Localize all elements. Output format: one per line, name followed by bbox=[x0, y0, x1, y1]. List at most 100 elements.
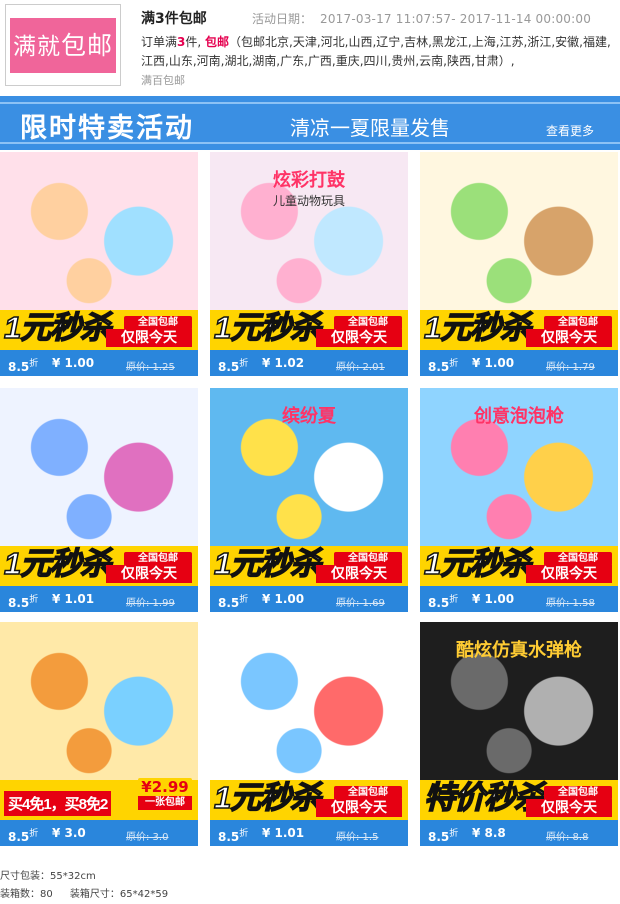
product-headline: 创意泡泡枪 bbox=[474, 406, 564, 427]
package-size: 尺寸包装：55*32cm bbox=[0, 871, 96, 882]
discount: 8.5折 bbox=[428, 359, 459, 374]
sticker-limit: 仅限今天 bbox=[526, 565, 612, 583]
sale-price: ¥ 1.00 bbox=[52, 356, 95, 370]
product-image[interactable]: 1元秒杀 全国包邮 仅限今天 bbox=[210, 622, 408, 820]
sticker-tag: 全国包邮 bbox=[124, 552, 192, 566]
discount: 8.5折 bbox=[8, 595, 39, 610]
price-bar: 8.5折 ¥ 1.02 原价: 2.01 bbox=[210, 350, 408, 376]
sticker-main-text: 1元秒杀 bbox=[213, 309, 322, 346]
badge-text-small: 满就 bbox=[12, 34, 61, 60]
discount: 8.5折 bbox=[428, 595, 459, 610]
product-image[interactable]: 炫彩打鼓 儿童动物玩具 1元秒杀 全国包邮 仅限今天 bbox=[210, 152, 408, 350]
promo-sticker: 特价秒杀 全国包邮 仅限今天 bbox=[420, 772, 618, 820]
sticker-limit: 一张包邮 bbox=[138, 796, 192, 810]
sticker-main-text: 1元秒杀 bbox=[3, 309, 112, 346]
product-card[interactable]: 酷炫仿真水弹枪 特价秒杀 全国包邮 仅限今天 8.5折 ¥ 8.8 原价: 8.… bbox=[420, 622, 618, 846]
product-subheadline: 儿童动物玩具 bbox=[272, 194, 345, 208]
sticker-limit: 仅限今天 bbox=[316, 329, 402, 347]
desc-free: 包邮 bbox=[205, 35, 230, 49]
promo-sticker: 1元秒杀 全国包邮 仅限今天 bbox=[420, 538, 618, 586]
sale-price: ¥ 1.00 bbox=[262, 592, 305, 606]
date-range: 2017-03-17 11:07:57- 2017-11-14 00:00:00 bbox=[320, 12, 592, 26]
product-card[interactable]: 买4免1，买8免2 ¥2.99 一张包邮 8.5折 ¥ 3.0 原价: 3.0 bbox=[0, 622, 198, 846]
badge-text-big: 包邮 bbox=[60, 31, 113, 60]
price-bar: 8.5折 ¥ 1.00 原价: 1.79 bbox=[420, 350, 618, 376]
box-count: 装箱数：80 bbox=[0, 889, 53, 900]
date-label: 活动日期： bbox=[252, 12, 313, 26]
sticker-main-text: 1元秒杀 bbox=[3, 545, 112, 582]
sale-price: ¥ 8.8 bbox=[472, 826, 506, 840]
sale-price: ¥ 3.0 bbox=[52, 826, 86, 840]
sticker-limit: 仅限今天 bbox=[106, 565, 192, 583]
sale-price: ¥ 1.01 bbox=[262, 826, 305, 840]
price-bar: 8.5折 ¥ 1.00 原价: 1.25 bbox=[0, 350, 198, 376]
price-bar: 8.5折 ¥ 8.8 原价: 8.8 bbox=[420, 820, 618, 846]
view-more-link[interactable]: 查看更多 bbox=[546, 122, 594, 139]
promo-sticker: 1元秒杀 全国包邮 仅限今天 bbox=[0, 538, 198, 586]
sale-price: ¥ 1.00 bbox=[472, 356, 515, 370]
desc-mid: 件, bbox=[185, 35, 206, 49]
original-price: 原价: 1.69 bbox=[336, 598, 385, 609]
sticker-tag: ¥2.99 bbox=[138, 778, 192, 796]
sticker-tag: 全国包邮 bbox=[334, 786, 402, 800]
product-image[interactable]: 酷炫仿真水弹枪 特价秒杀 全国包邮 仅限今天 bbox=[420, 622, 618, 820]
product-card[interactable]: 1元秒杀 全国包邮 仅限今天 8.5折 ¥ 1.00 原价: 1.25 bbox=[0, 152, 198, 376]
promo-sticker: 1元秒杀 全国包邮 仅限今天 bbox=[0, 302, 198, 350]
desc-prefix: 订单满 bbox=[141, 35, 178, 49]
discount: 8.5折 bbox=[8, 359, 39, 374]
promo-date: 活动日期： 2017-03-17 11:07:57- 2017-11-14 00:… bbox=[252, 10, 591, 27]
discount: 8.5折 bbox=[218, 359, 249, 374]
price-bar: 8.5折 ¥ 1.01 原价: 1.99 bbox=[0, 586, 198, 612]
price-bar: 8.5折 ¥ 3.0 原价: 3.0 bbox=[0, 820, 198, 846]
sticker-limit: 仅限今天 bbox=[526, 329, 612, 347]
discount: 8.5折 bbox=[218, 595, 249, 610]
product-card[interactable]: 1元秒杀 全国包邮 仅限今天 8.5折 ¥ 1.01 原价: 1.99 bbox=[0, 388, 198, 612]
sticker-limit: 仅限今天 bbox=[106, 329, 192, 347]
product-headline: 缤纷夏 bbox=[282, 406, 336, 427]
banner-subtitle: 清凉一夏限量发售 bbox=[290, 116, 450, 140]
product-card[interactable]: 1元秒杀 全国包邮 仅限今天 8.5折 ¥ 1.00 原价: 1.79 bbox=[420, 152, 618, 376]
product-card[interactable]: 创意泡泡枪 1元秒杀 全国包邮 仅限今天 8.5折 ¥ 1.00 原价: 1.5… bbox=[420, 388, 618, 612]
promo-sticker: 1元秒杀 全国包邮 仅限今天 bbox=[210, 538, 408, 586]
price-bar: 8.5折 ¥ 1.00 原价: 1.58 bbox=[420, 586, 618, 612]
product-headline: 酷炫仿真水弹枪 bbox=[456, 640, 582, 661]
product-card[interactable]: 缤纷夏 1元秒杀 全国包邮 仅限今天 8.5折 ¥ 1.00 原价: 1.69 bbox=[210, 388, 408, 612]
promo-card: 满就包邮 满3件包邮 活动日期： 2017-03-17 11:07:57- 201… bbox=[0, 0, 620, 90]
product-card[interactable]: 1元秒杀 全国包邮 仅限今天 8.5折 ¥ 1.01 原价: 1.5 bbox=[210, 622, 408, 846]
discount: 8.5折 bbox=[8, 829, 39, 844]
product-card[interactable]: 炫彩打鼓 儿童动物玩具 1元秒杀 全国包邮 仅限今天 8.5折 ¥ 1.02 原… bbox=[210, 152, 408, 376]
original-price: 原价: 2.01 bbox=[336, 362, 385, 373]
sticker-main-text: 1元秒杀 bbox=[423, 545, 532, 582]
product-image[interactable]: 1元秒杀 全国包邮 仅限今天 bbox=[0, 388, 198, 586]
promo-description: 订单满3件, 包邮（包邮北京,天津,河北,山西,辽宁,吉林,黑龙江,上海,江苏,… bbox=[141, 33, 616, 71]
promo-title: 满3件包邮 bbox=[141, 11, 207, 27]
product-image[interactable]: 买4免1，买8免2 ¥2.99 一张包邮 bbox=[0, 622, 198, 820]
product-image[interactable]: 1元秒杀 全国包邮 仅限今天 bbox=[420, 152, 618, 350]
promo-note: 满百包邮 bbox=[141, 74, 185, 87]
sticker-tag: 全国包邮 bbox=[544, 552, 612, 566]
product-image[interactable]: 缤纷夏 1元秒杀 全国包邮 仅限今天 bbox=[210, 388, 408, 586]
original-price: 原价: 1.58 bbox=[546, 598, 595, 609]
sale-price: ¥ 1.02 bbox=[262, 356, 305, 370]
sticker-limit: 仅限今天 bbox=[316, 799, 402, 817]
sticker-tag: 全国包邮 bbox=[124, 316, 192, 330]
sticker-tag: 全国包邮 bbox=[334, 316, 402, 330]
product-image[interactable]: 创意泡泡枪 1元秒杀 全国包邮 仅限今天 bbox=[420, 388, 618, 586]
product-image[interactable]: 1元秒杀 全国包邮 仅限今天 bbox=[0, 152, 198, 350]
promo-sticker: 买4免1，买8免2 ¥2.99 一张包邮 bbox=[0, 772, 198, 820]
box-size: 装箱尺寸：65*42*59 bbox=[69, 889, 169, 900]
sticker-main-text: 1元秒杀 bbox=[423, 309, 532, 346]
original-price: 原价: 1.99 bbox=[126, 598, 175, 609]
original-price: 原价: 1.79 bbox=[546, 362, 595, 373]
discount: 8.5折 bbox=[218, 829, 249, 844]
sale-banner: 限时特卖活动 清凉一夏限量发售 查看更多 bbox=[0, 96, 620, 150]
sale-price: ¥ 1.01 bbox=[52, 592, 95, 606]
sticker-main-text: 买4免1，买8免2 bbox=[4, 791, 112, 816]
promo-sticker: 1元秒杀 全国包邮 仅限今天 bbox=[420, 302, 618, 350]
sticker-main-text: 1元秒杀 bbox=[213, 779, 322, 816]
original-price: 原价: 3.0 bbox=[126, 832, 169, 843]
price-bar: 8.5折 ¥ 1.00 原价: 1.69 bbox=[210, 586, 408, 612]
sticker-tag: 全国包邮 bbox=[544, 786, 612, 800]
sticker-main-text: 1元秒杀 bbox=[213, 545, 322, 582]
promo-sticker: 1元秒杀 全国包邮 仅限今天 bbox=[210, 302, 408, 350]
